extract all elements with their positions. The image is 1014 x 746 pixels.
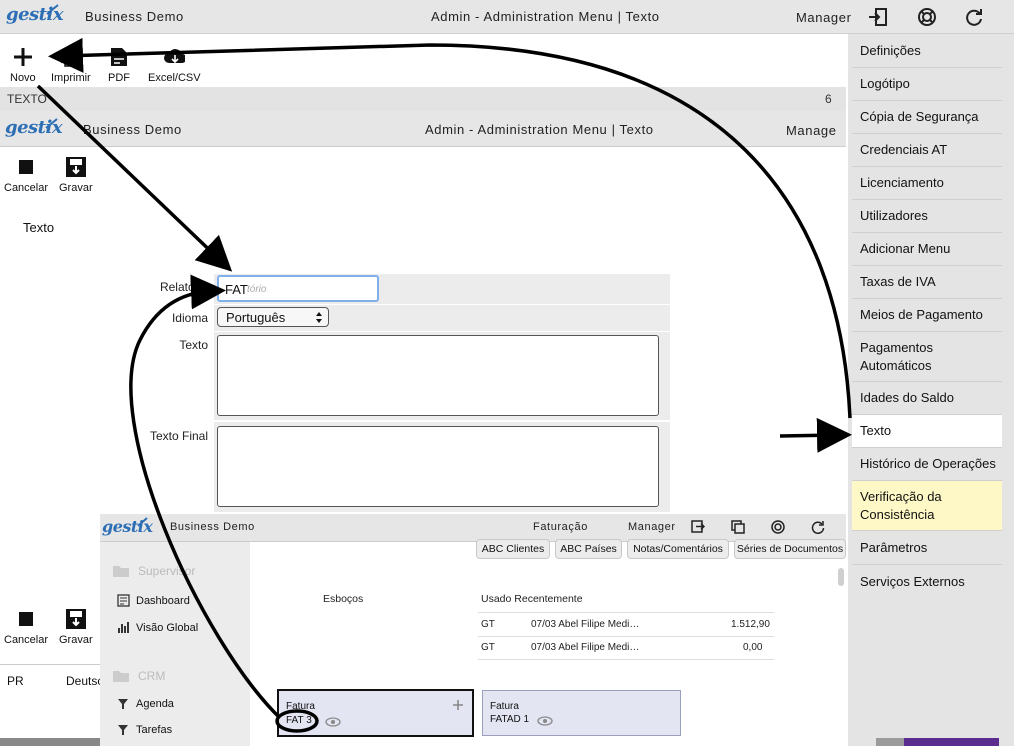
fat3-highlight-ellipse [275,709,319,733]
annotation-arrows [36,37,852,733]
